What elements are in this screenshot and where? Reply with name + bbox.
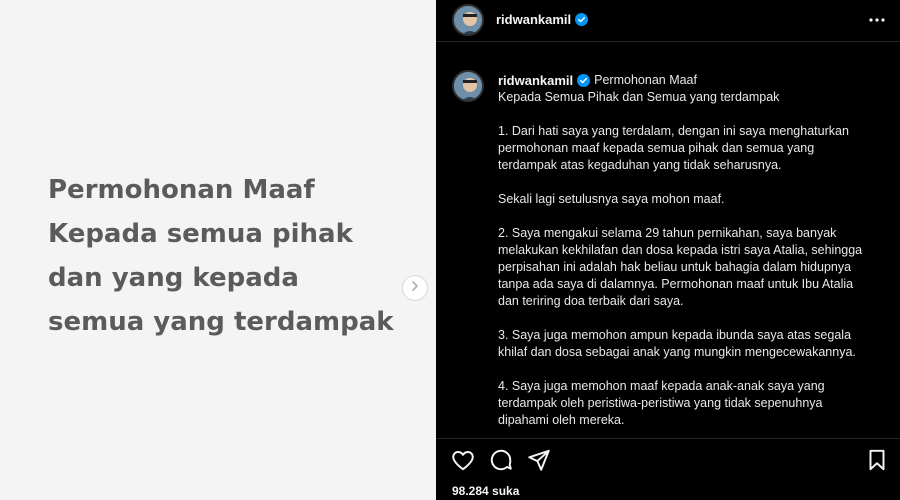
- caption-paragraph: 3. Saya juga memohon ampun kepada ibunda…: [498, 328, 856, 359]
- media-text: Permohonan Maaf Kepada semua pihak dan y…: [48, 175, 394, 337]
- caption-title: Permohonan Maaf: [594, 73, 697, 87]
- chevron-right-icon: [409, 279, 421, 297]
- caption-avatar[interactable]: [452, 70, 484, 102]
- caption-paragraph: 1. Dari hati saya yang terdalam, dengan …: [498, 124, 849, 172]
- post-actions: [436, 438, 900, 478]
- caption-subtitle: Kepada Semua Pihak dan Semua yang terdam…: [498, 90, 780, 104]
- caption-username[interactable]: ridwankamil: [498, 72, 573, 89]
- comment-icon[interactable]: [488, 447, 514, 473]
- caption-paragraph: 4. Saya juga memohon maaf kepada anak-an…: [498, 379, 825, 427]
- share-icon[interactable]: [526, 447, 552, 473]
- post-header: ridwankamil: [436, 0, 900, 42]
- verified-badge-icon: [575, 13, 589, 26]
- next-slide-button[interactable]: [402, 275, 428, 301]
- post-media: Permohonan Maaf Kepada semua pihak dan y…: [0, 0, 436, 500]
- verified-badge-icon: [577, 74, 591, 87]
- more-options-icon[interactable]: [868, 11, 886, 34]
- avatar[interactable]: [452, 4, 484, 36]
- post-panel: ridwankamil ridwankamil Permohonan Maaf …: [436, 0, 900, 500]
- bookmark-icon[interactable]: [864, 447, 890, 473]
- caption-paragraph: Sekali lagi setulusnya saya mohon maaf.: [498, 192, 725, 206]
- heart-icon[interactable]: [450, 447, 476, 473]
- likes-count[interactable]: 98.284 suka: [452, 484, 519, 498]
- post-caption: ridwankamil Permohonan Maaf Kepada Semua…: [498, 72, 888, 446]
- caption-paragraph: 2. Saya mengakui selama 29 tahun pernika…: [498, 226, 863, 308]
- username-link[interactable]: ridwankamil: [496, 12, 571, 27]
